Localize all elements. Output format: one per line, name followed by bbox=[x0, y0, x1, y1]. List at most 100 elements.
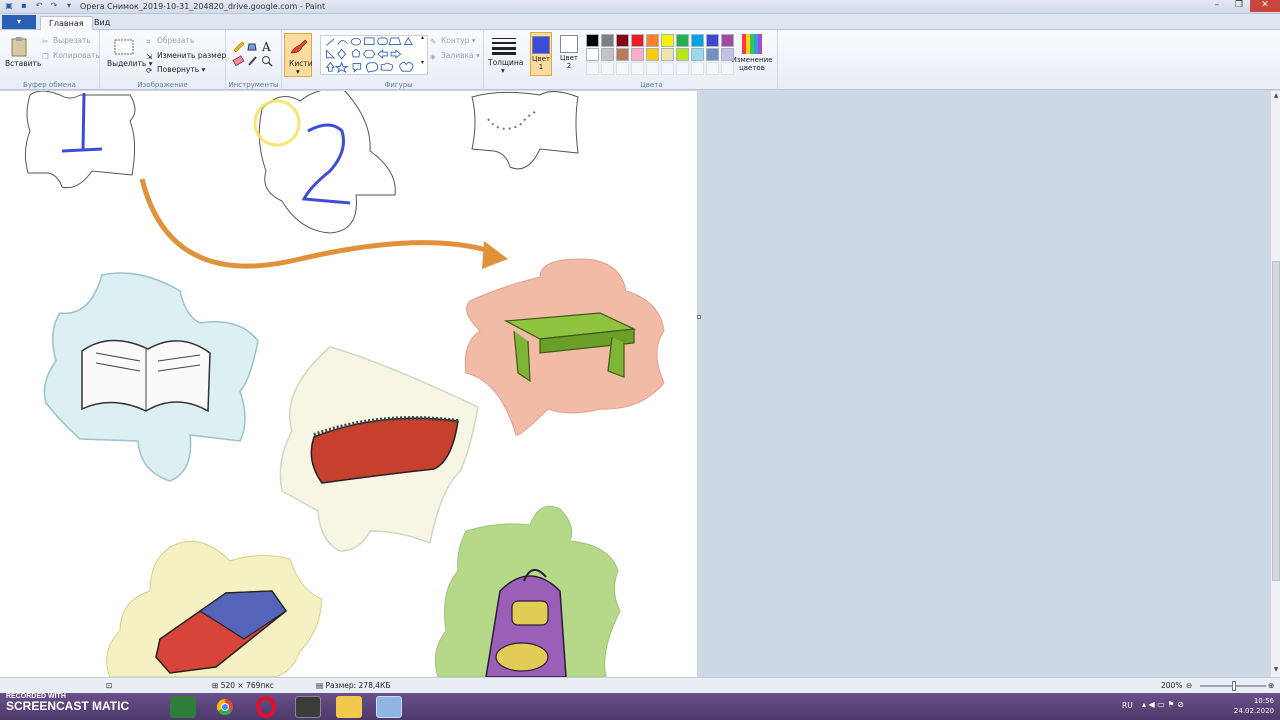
save-icon[interactable]: ▪ bbox=[19, 1, 29, 11]
color2-button[interactable]: Цвет 2 bbox=[558, 32, 580, 76]
palette-swatch[interactable] bbox=[646, 34, 659, 47]
image-group-label: Изображение bbox=[137, 81, 188, 89]
quick-access-toolbar: ▣ ▪ ↶ ↷ ▾ bbox=[4, 1, 74, 11]
palette-swatch[interactable] bbox=[661, 48, 674, 61]
zoom-level: 200% bbox=[1161, 681, 1183, 690]
pencil-icon[interactable] bbox=[233, 41, 245, 53]
drawing-canvas[interactable] bbox=[0, 91, 697, 677]
custom-color-slot[interactable] bbox=[616, 62, 629, 75]
zoom-out-icon[interactable]: ⊖ bbox=[1186, 681, 1192, 690]
custom-color-slot[interactable] bbox=[646, 62, 659, 75]
copy-button[interactable]: ❐ Копировать bbox=[42, 51, 100, 61]
eraser-icon[interactable] bbox=[232, 55, 245, 67]
custom-color-slot[interactable] bbox=[661, 62, 674, 75]
palette-swatch[interactable] bbox=[721, 48, 734, 61]
shapes-scroll-up-icon[interactable]: ▴ bbox=[421, 34, 424, 41]
paste-icon[interactable] bbox=[9, 36, 31, 58]
paint-app-icon[interactable]: ▣ bbox=[4, 1, 14, 11]
custom-color-slot[interactable] bbox=[706, 62, 719, 75]
rotate-button[interactable]: ⟳ Повернуть ▾ bbox=[146, 65, 205, 75]
palette-swatch[interactable] bbox=[616, 48, 629, 61]
close-button[interactable]: ✕ bbox=[1250, 0, 1280, 12]
palette-swatch[interactable] bbox=[616, 34, 629, 47]
text-icon[interactable]: A bbox=[261, 40, 271, 54]
paint-taskbar-icon[interactable] bbox=[376, 696, 402, 718]
tray-icons[interactable]: ▴ ◀ ▭ ⚑ ⊘ bbox=[1142, 700, 1184, 709]
maximize-button[interactable]: ❐ bbox=[1228, 0, 1250, 12]
palette-swatch[interactable] bbox=[631, 48, 644, 61]
palette-swatch[interactable] bbox=[646, 48, 659, 61]
select-icon[interactable] bbox=[113, 36, 135, 58]
zoom-in-icon[interactable]: ⊕ bbox=[1268, 681, 1274, 690]
palette-swatch[interactable] bbox=[721, 34, 734, 47]
brushes-button[interactable]: Кисти ▾ bbox=[284, 33, 313, 77]
custom-color-slot[interactable] bbox=[721, 62, 734, 75]
fill-bucket-icon: ◈ bbox=[430, 51, 436, 61]
zoom-slider[interactable] bbox=[1200, 681, 1266, 691]
palette-swatch[interactable] bbox=[706, 48, 719, 61]
cut-button[interactable]: ✂ Вырезать bbox=[42, 36, 91, 46]
palette-swatch[interactable] bbox=[706, 34, 719, 47]
palette-swatch[interactable] bbox=[601, 34, 614, 47]
fill-button[interactable]: ◈ Заливка ▾ bbox=[430, 51, 480, 61]
scroll-thumb[interactable] bbox=[1272, 261, 1280, 581]
image-dimensions: ⊞ 520 × 769пкс bbox=[212, 681, 274, 690]
minimize-button[interactable]: – bbox=[1206, 0, 1228, 12]
palette-swatch[interactable] bbox=[691, 34, 704, 47]
customize-qa-icon[interactable]: ▾ bbox=[64, 1, 74, 11]
tab-home[interactable]: Главная bbox=[40, 16, 93, 30]
vertical-scrollbar[interactable]: ▲ ▼ bbox=[1270, 91, 1280, 677]
color-picker-icon[interactable] bbox=[248, 56, 257, 66]
palette-swatch[interactable] bbox=[601, 48, 614, 61]
palette-swatch[interactable] bbox=[676, 34, 689, 47]
custom-color-slot[interactable] bbox=[601, 62, 614, 75]
custom-color-slot[interactable] bbox=[631, 62, 644, 75]
palette-swatch[interactable] bbox=[586, 34, 599, 47]
magnifier-icon[interactable] bbox=[262, 56, 273, 67]
tab-view[interactable]: Вид bbox=[86, 16, 118, 30]
copy-icon: ❐ bbox=[42, 51, 49, 61]
scroll-up-icon[interactable]: ▲ bbox=[1272, 92, 1280, 102]
language-indicator[interactable]: RU bbox=[1122, 701, 1133, 710]
resize-button[interactable]: ⇲ Изменить размер bbox=[146, 51, 226, 61]
crop-button[interactable]: ⌗ Обрезать bbox=[146, 36, 194, 46]
taskbar: RECORDED WITH SCREENCAST MATIC RU ▴ ◀ ▭ … bbox=[0, 693, 1280, 720]
opera-taskbar-icon[interactable] bbox=[253, 696, 279, 718]
palette-swatch[interactable] bbox=[676, 48, 689, 61]
minecraft-taskbar-icon[interactable] bbox=[170, 696, 196, 718]
scroll-down-icon[interactable]: ▼ bbox=[1272, 666, 1280, 676]
thickness-button[interactable]: Толщина ▾ bbox=[486, 33, 523, 77]
redo-icon[interactable]: ↷ bbox=[49, 1, 59, 11]
undo-icon[interactable]: ↶ bbox=[34, 1, 44, 11]
fill-label: Заливка bbox=[441, 51, 474, 60]
palette-swatch[interactable] bbox=[631, 34, 644, 47]
chrome-taskbar-icon[interactable] bbox=[212, 696, 238, 718]
canvas-resize-handle[interactable] bbox=[697, 315, 701, 319]
brushes-label: Кисти bbox=[289, 59, 313, 68]
pentagon-shape-icon bbox=[351, 48, 361, 58]
app-taskbar-icon[interactable] bbox=[295, 696, 321, 718]
file-menu-button[interactable]: ▾ bbox=[2, 15, 36, 29]
file-explorer-taskbar-icon[interactable] bbox=[336, 696, 362, 718]
custom-color-slot[interactable] bbox=[586, 62, 599, 75]
puzzle-piece-2 bbox=[258, 91, 396, 234]
watermark-brand2: MATIC bbox=[92, 699, 130, 713]
clock[interactable]: 10:56 24.02.2020 bbox=[1234, 696, 1274, 716]
palette-swatch[interactable] bbox=[586, 48, 599, 61]
edit-colors-button[interactable]: Изменение цветов bbox=[730, 34, 774, 72]
diamond-shape-icon bbox=[337, 48, 347, 60]
custom-color-slot[interactable] bbox=[676, 62, 689, 75]
scissors-icon: ✂ bbox=[42, 36, 49, 46]
ribbon-tabs: ▾ Главная Вид bbox=[0, 14, 1280, 30]
shapes-more-icon[interactable]: ▾ bbox=[421, 59, 424, 66]
shapes-gallery[interactable] bbox=[320, 35, 428, 75]
zoom-slider-knob[interactable] bbox=[1232, 681, 1236, 691]
rounded-rectangle-shape-icon bbox=[377, 37, 388, 45]
custom-color-slot[interactable] bbox=[691, 62, 704, 75]
palette-swatch[interactable] bbox=[661, 34, 674, 47]
outline-button[interactable]: ✎ Контур ▾ bbox=[430, 36, 476, 46]
fill-icon[interactable] bbox=[247, 43, 257, 51]
color1-button[interactable]: Цвет 1 bbox=[530, 32, 552, 76]
paste-button[interactable]: Вставить bbox=[5, 59, 41, 68]
palette-swatch[interactable] bbox=[691, 48, 704, 61]
